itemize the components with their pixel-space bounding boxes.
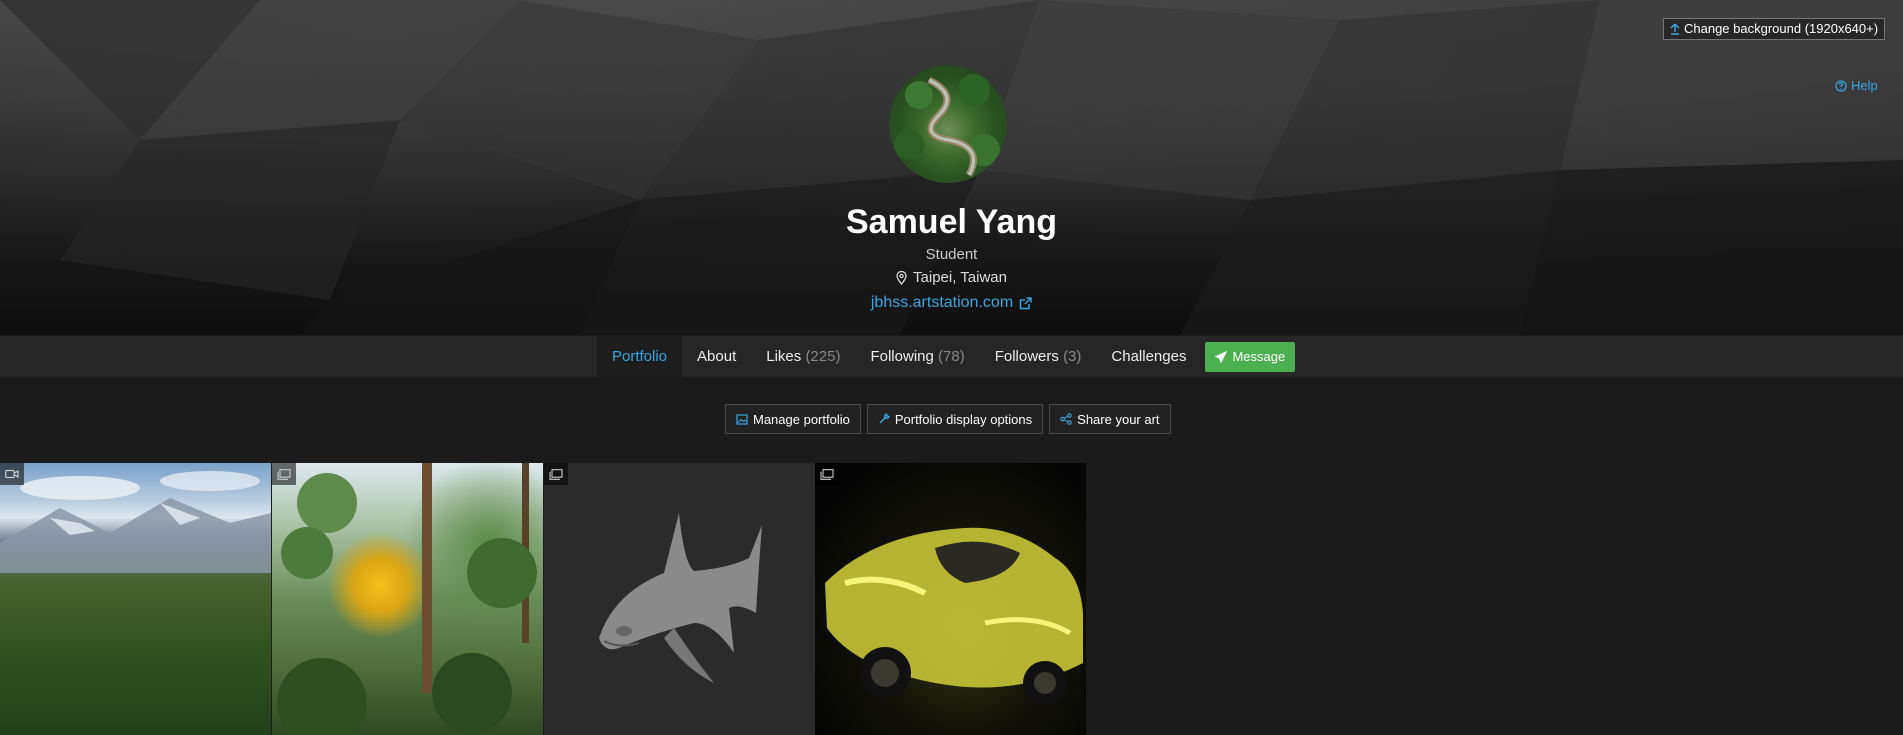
images-icon [549,468,563,480]
paper-plane-icon [1215,350,1228,363]
change-background-button[interactable]: Change background (1920x640+) [1663,18,1886,40]
profile-name: Samuel Yang [845,203,1058,241]
share-art-label: Share your art [1077,411,1160,427]
change-background-label: Change background (1920x640+) [1684,21,1879,36]
message-button[interactable]: Message [1205,341,1296,372]
following-count: (78) [938,348,965,365]
location-text: Taipei, Taiwan [913,269,1007,286]
likes-count: (225) [805,348,841,365]
wrench-icon [879,413,890,424]
sports-car-image [825,527,1083,705]
profile-location: Taipei, Taiwan [0,269,1903,286]
gallery-badge [272,463,296,485]
display-options-label: Portfolio display options [894,411,1033,427]
gallery-badge [544,463,568,485]
tab-challenges[interactable]: Challenges [1096,336,1201,377]
forest-tree-image [277,463,537,735]
tab-following[interactable]: Following (78) [855,336,979,377]
tab-followers[interactable]: Followers (3) [980,336,1097,377]
portfolio-actions: Manage portfolio Portfolio display optio… [725,404,1171,434]
share-icon [1060,413,1072,425]
upload-icon [1670,23,1680,35]
artwork-tile-yellow-sports-car[interactable] [815,463,1086,735]
profile-headline: Student [925,246,978,263]
tab-portfolio-label: Portfolio [612,348,668,365]
tab-portfolio[interactable]: Portfolio [597,336,683,377]
artwork-tile-mountain-landscape[interactable] [0,463,271,735]
tab-about[interactable]: About [682,336,751,377]
avatar-river-image [894,74,1000,177]
tab-challenges-label: Challenges [1111,348,1187,365]
portfolio-display-options-button[interactable]: Portfolio display options [866,404,1044,434]
tab-likes-label: Likes [766,348,802,365]
followers-count: (3) [1063,348,1082,365]
profile-banner: Change background (1920x640+) Help Samue… [0,0,1903,335]
tab-likes[interactable]: Likes (225) [751,336,855,377]
mountain-landscape-image [0,471,271,573]
profile-website-link[interactable]: jbhss.artstation.com [0,294,1903,312]
question-circle-icon [1835,79,1847,92]
video-icon [5,469,19,479]
images-icon [277,468,291,480]
video-badge [0,463,24,485]
website-text: jbhss.artstation.com [870,294,1014,311]
manage-portfolio-label: Manage portfolio [753,411,850,427]
artwork-tile-forest-autumn-tree[interactable] [272,463,543,735]
tab-following-label: Following [870,348,934,365]
help-label: Help [1851,78,1878,93]
artwork-tile-shark-sculpt[interactable] [544,463,815,735]
shark-sculpt-image [599,513,762,683]
image-icon [736,413,748,425]
message-label: Message [1232,349,1286,364]
images-icon [820,468,834,480]
external-link-icon [1019,296,1032,309]
tab-followers-label: Followers [994,348,1059,365]
profile-avatar[interactable] [889,65,1007,183]
gallery-badge [815,463,839,485]
profile-tabs: Portfolio About Likes (225) Following (7… [597,336,1296,377]
map-marker-icon [896,270,907,285]
share-your-art-button[interactable]: Share your art [1049,404,1171,434]
help-link[interactable]: Help [1835,78,1878,93]
tab-about-label: About [697,348,737,365]
manage-portfolio-button[interactable]: Manage portfolio [725,404,861,434]
